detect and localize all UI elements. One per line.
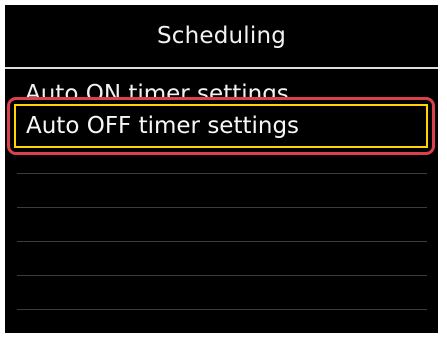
menu-list: Auto ON timer settings Auto OFF timer se… xyxy=(5,69,438,333)
list-divider xyxy=(17,241,427,242)
printer-lcd-screen: Scheduling Auto ON timer settings Auto O… xyxy=(5,5,438,333)
title-bar: Scheduling xyxy=(5,5,438,67)
list-divider xyxy=(17,173,427,174)
list-divider xyxy=(17,275,427,276)
menu-item-auto-on-timer[interactable]: Auto ON timer settings xyxy=(5,77,438,99)
list-divider xyxy=(17,207,427,208)
page-title: Scheduling xyxy=(156,23,287,49)
menu-item-auto-off-timer[interactable]: Auto OFF timer settings xyxy=(14,104,428,148)
list-divider xyxy=(17,309,427,310)
